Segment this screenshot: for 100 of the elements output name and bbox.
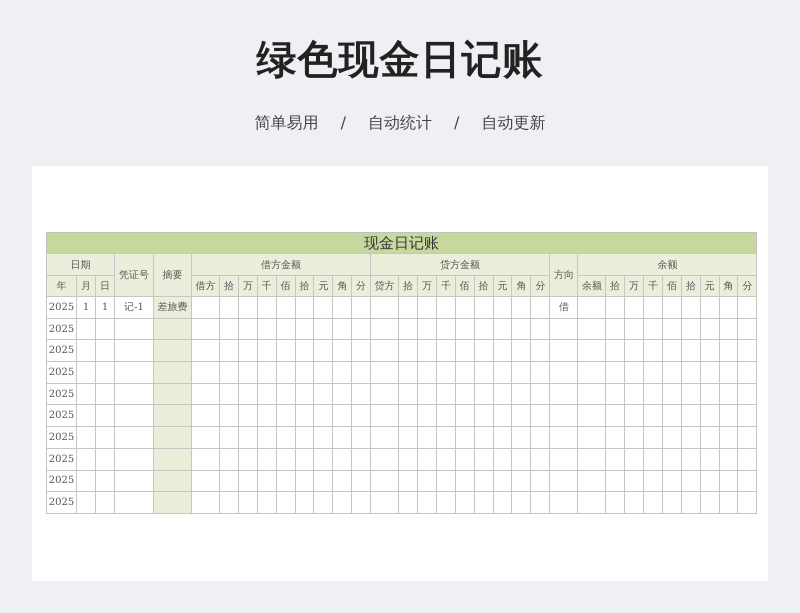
table-cell <box>238 340 258 362</box>
header-cell: 万 <box>418 276 437 297</box>
table-cell <box>296 340 314 362</box>
table-cell <box>276 427 296 449</box>
table-cell <box>154 405 192 428</box>
table-cell <box>606 340 626 362</box>
table-cell <box>682 405 701 428</box>
table-cell <box>662 318 682 340</box>
table-cell: 2025 <box>47 340 77 362</box>
table-cell: 2025 <box>47 297 77 319</box>
table-cell <box>456 297 475 319</box>
table-cell <box>220 448 239 470</box>
table-cell <box>625 405 644 428</box>
table-cell <box>154 427 192 449</box>
table-cell <box>644 384 663 406</box>
table-cell <box>418 448 437 470</box>
table-cell <box>662 362 682 384</box>
header-cell: 贷方 <box>371 276 400 297</box>
table-cell <box>625 492 644 514</box>
table-cell <box>720 340 738 362</box>
page-title: 绿色现金日记账 <box>256 36 544 85</box>
header-cell: 万 <box>238 276 258 297</box>
table-cell <box>738 340 758 362</box>
table-cell <box>436 427 456 449</box>
table-cell: 2025 <box>47 405 77 428</box>
table-cell <box>456 340 475 362</box>
table-cell <box>77 492 96 514</box>
tagline-text: 自动统计 <box>368 113 432 134</box>
table-cell <box>436 297 456 319</box>
table-cell <box>720 318 738 340</box>
table-cell <box>154 384 192 406</box>
table-cell <box>436 384 456 406</box>
table-cell <box>625 427 644 449</box>
table-cell <box>220 318 239 340</box>
table-cell <box>625 340 644 362</box>
tagline-text: / <box>340 113 346 134</box>
table-cell <box>474 318 494 340</box>
table-cell <box>154 470 192 492</box>
table-cell <box>192 297 220 319</box>
table-cell <box>220 427 239 449</box>
table-cell <box>550 427 578 449</box>
sheet-title: 现金日记账 <box>47 233 758 254</box>
table-cell <box>238 318 258 340</box>
table-cell <box>606 297 626 319</box>
table-cell <box>578 340 606 362</box>
table-cell <box>192 405 220 428</box>
table-cell <box>314 384 334 406</box>
table-cell <box>700 384 720 406</box>
table-cell <box>720 384 738 406</box>
table-cell <box>494 297 512 319</box>
table-cell: 1 <box>77 297 96 319</box>
table-cell <box>314 427 334 449</box>
table-cell <box>720 448 738 470</box>
header-cell: 拾 <box>606 276 626 297</box>
header-cell: 年 <box>47 276 77 297</box>
table-cell <box>399 405 418 428</box>
table-cell <box>700 405 720 428</box>
table-cell <box>474 492 494 514</box>
table-cell <box>220 470 239 492</box>
table-cell <box>550 340 578 362</box>
table-cell <box>456 427 475 449</box>
table-cell <box>738 448 758 470</box>
table-cell <box>550 318 578 340</box>
table-cell <box>314 340 334 362</box>
table-cell <box>531 448 550 470</box>
table-cell <box>662 340 682 362</box>
table-cell <box>418 384 437 406</box>
table-cell <box>578 448 606 470</box>
table-cell <box>333 405 352 428</box>
table-cell <box>314 492 334 514</box>
table-cell <box>494 470 512 492</box>
table-cell <box>238 427 258 449</box>
table-cell <box>606 448 626 470</box>
table-cell <box>418 470 437 492</box>
table-cell <box>192 362 220 384</box>
table-cell <box>700 448 720 470</box>
table-cell <box>625 384 644 406</box>
table-cell <box>333 427 352 449</box>
table-cell <box>531 318 550 340</box>
table-cell <box>352 405 372 428</box>
table-cell <box>578 405 606 428</box>
table-cell <box>220 297 239 319</box>
table-cell <box>700 297 720 319</box>
table-cell <box>77 384 96 406</box>
table-cell: 2025 <box>47 492 77 514</box>
table-cell <box>192 427 220 449</box>
table-cell <box>606 492 626 514</box>
table-cell <box>578 492 606 514</box>
table-cell <box>276 384 296 406</box>
table-cell <box>738 362 758 384</box>
table-cell <box>531 384 550 406</box>
table-cell <box>96 384 115 406</box>
table-cell <box>662 384 682 406</box>
table-cell <box>578 362 606 384</box>
table-cell <box>682 492 701 514</box>
table-cell <box>154 492 192 514</box>
table-cell <box>399 362 418 384</box>
table-cell <box>738 470 758 492</box>
table-cell <box>333 340 352 362</box>
table-cell: 借 <box>550 297 578 319</box>
